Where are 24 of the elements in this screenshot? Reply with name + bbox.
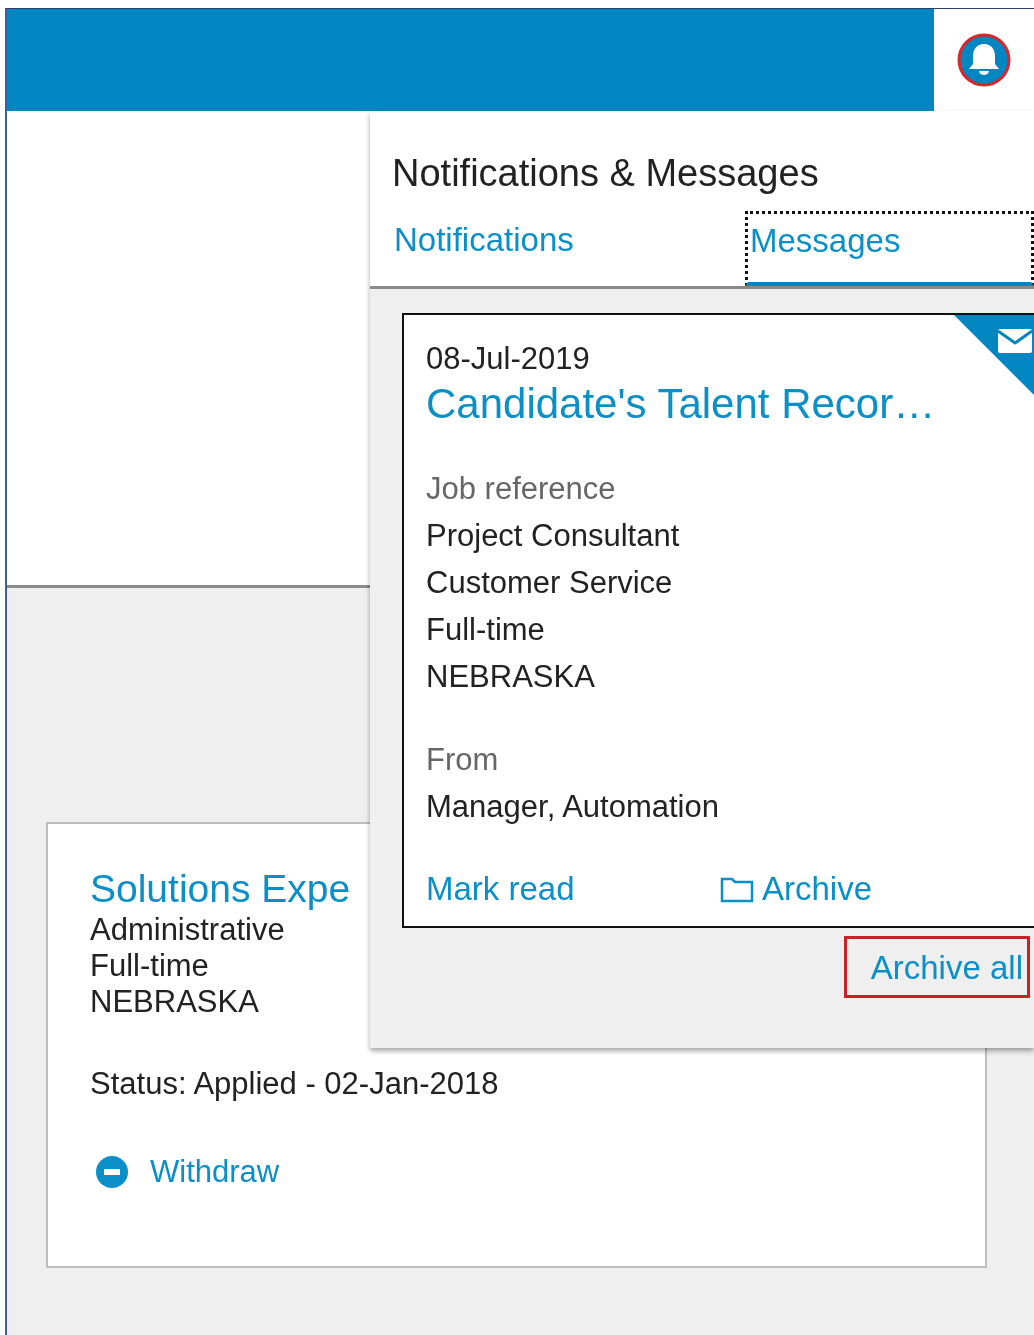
tab[interactable]: Messages: [745, 211, 1034, 286]
message-title[interactable]: Candidate's Talent Recor…: [426, 379, 1034, 429]
popup-title: Notifications & Messages: [392, 151, 820, 196]
mark-read-link[interactable]: Mark read: [426, 870, 720, 908]
field-label: From: [426, 741, 500, 779]
tab[interactable]: Notifications: [392, 211, 745, 286]
field-value: Manager, Automation: [426, 788, 720, 826]
field-value: NEBRASKA: [426, 658, 596, 696]
archive-link[interactable]: Archive: [720, 870, 873, 908]
message-date: 08-Jul-2019: [426, 340, 591, 378]
field-label: Job reference: [426, 470, 617, 508]
field-value: Customer Service: [426, 564, 674, 602]
folder-icon: [720, 875, 754, 903]
job-detail: Full-time: [90, 948, 209, 984]
field-value: Project Consultant: [426, 517, 681, 555]
minus-circle-icon: [96, 1156, 128, 1188]
field-value: Full-time: [426, 611, 546, 649]
job-detail: NEBRASKA: [90, 984, 259, 1020]
job-title[interactable]: Solutions Expe: [90, 866, 351, 912]
withdraw-link[interactable]: Withdraw: [96, 1154, 280, 1190]
status-text: Status: Applied - 02-Jan-2018: [90, 1066, 499, 1102]
archive-all-button[interactable]: Archive all: [843, 936, 1030, 998]
notification-bell-icon[interactable]: [956, 32, 1012, 88]
job-detail: Administrative: [90, 912, 285, 948]
